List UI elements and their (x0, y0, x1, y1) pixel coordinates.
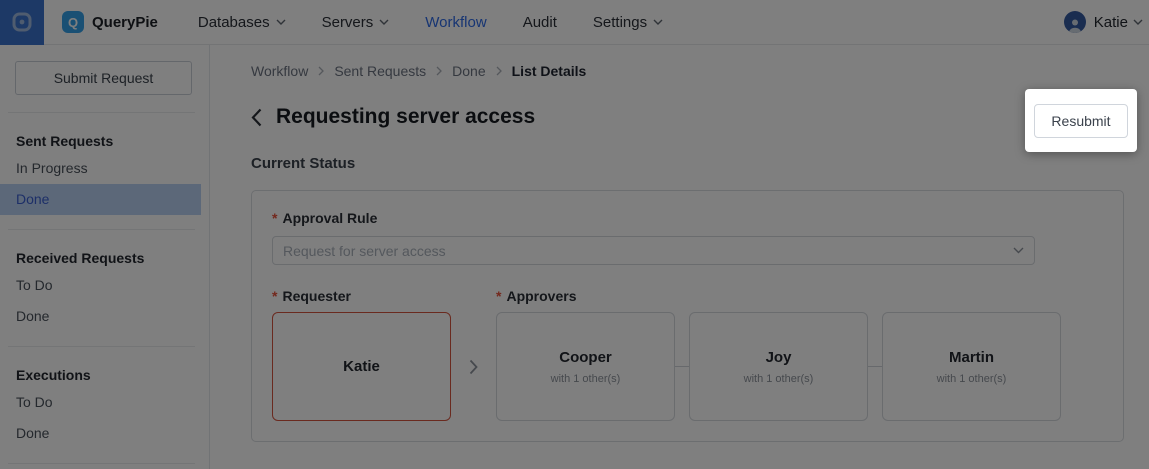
resubmit-spotlight: Resubmit (1025, 89, 1137, 152)
resubmit-button[interactable]: Resubmit (1034, 103, 1128, 138)
dim-overlay (0, 0, 1149, 469)
